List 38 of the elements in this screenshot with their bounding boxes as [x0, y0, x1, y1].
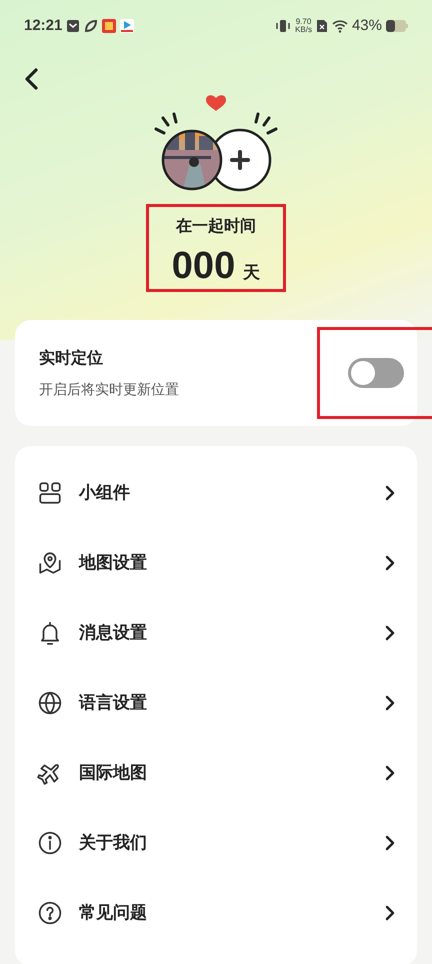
- chevron-right-icon: [385, 485, 395, 501]
- play-app-icon: [120, 19, 134, 33]
- speed-unit: KB/s: [295, 26, 312, 34]
- chevron-right-icon: [385, 555, 395, 571]
- map-pin-icon: [37, 550, 63, 576]
- together-label: 在一起时间: [176, 216, 256, 237]
- back-icon: [24, 68, 38, 90]
- globe-icon: [37, 690, 63, 716]
- mail-icon: [66, 19, 80, 33]
- chevron-right-icon: [385, 625, 395, 641]
- days-unit: 天: [243, 262, 260, 284]
- widget-icon: [37, 480, 63, 506]
- menu-item[interactable]: 消息设置: [15, 598, 417, 668]
- location-title: 实时定位: [39, 348, 104, 368]
- vibrate-icon: [275, 19, 292, 33]
- chevron-right-icon: [385, 695, 395, 711]
- menu-item[interactable]: 常见问题: [15, 878, 417, 948]
- app-icon: [102, 19, 116, 33]
- menu-item[interactable]: 语言设置: [15, 668, 417, 738]
- info-icon: [37, 830, 63, 856]
- clock-time: 12:21: [24, 16, 62, 36]
- battery-icon: [386, 20, 408, 32]
- help-icon: [37, 900, 63, 926]
- leaf-icon: [84, 19, 98, 33]
- wifi-icon: [332, 19, 348, 33]
- sim-icon: [316, 19, 328, 33]
- chevron-right-icon: [385, 905, 395, 921]
- location-subtitle: 开启后将实时更新位置: [39, 380, 179, 398]
- battery-percent: 43%: [352, 16, 382, 36]
- toggle-switch[interactable]: [348, 358, 404, 388]
- days-count: 000: [172, 247, 236, 285]
- chevron-right-icon: [385, 765, 395, 781]
- network-speed: 9.70: [295, 18, 312, 26]
- menu-item[interactable]: 地图设置: [15, 528, 417, 598]
- menu-item[interactable]: 关于我们: [15, 808, 417, 878]
- menu-item[interactable]: 小组件: [15, 458, 417, 528]
- chevron-right-icon: [385, 835, 395, 851]
- menu-item[interactable]: 国际地图: [15, 738, 417, 808]
